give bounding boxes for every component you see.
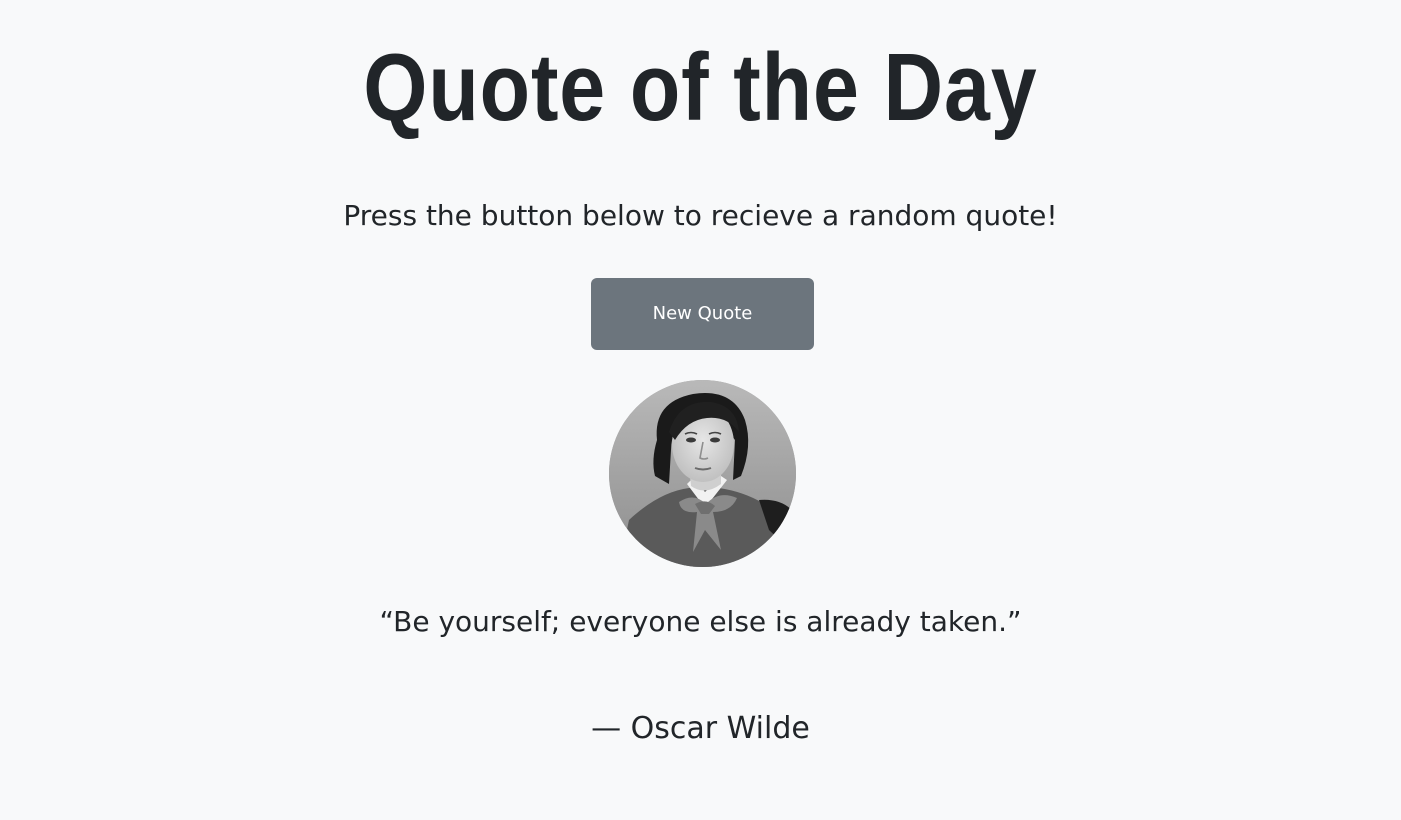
author-portrait [609, 380, 796, 567]
page-subtitle: Press the button below to recieve a rand… [343, 199, 1058, 232]
portrait-image [609, 380, 796, 567]
new-quote-button[interactable]: New Quote [591, 278, 814, 350]
quote-text: “Be yourself; everyone else is already t… [379, 605, 1022, 638]
quote-page: Quote of the Day Press the button below … [0, 0, 1401, 820]
quote-author: — Oscar Wilde [591, 711, 810, 746]
page-title: Quote of the Day [363, 34, 1038, 141]
